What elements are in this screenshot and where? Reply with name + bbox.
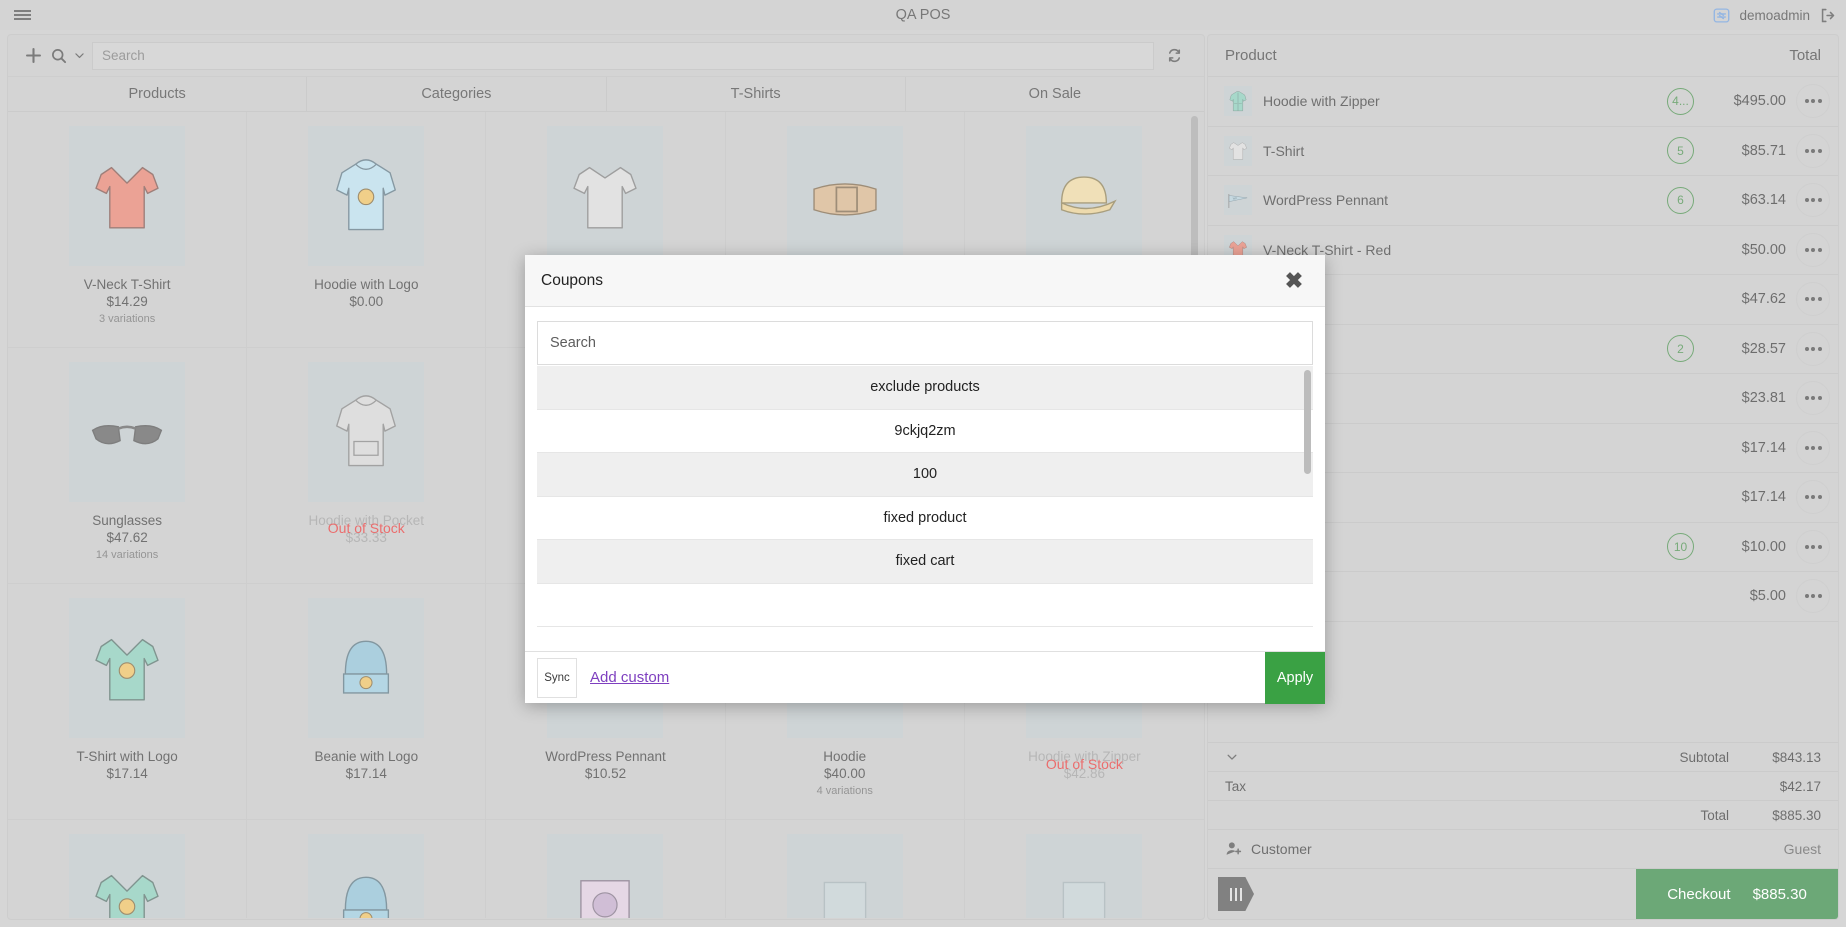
close-icon[interactable]: ✖: [1279, 266, 1309, 296]
coupon-list-scrollbar[interactable]: [1304, 370, 1311, 474]
coupon-search-input[interactable]: [537, 321, 1313, 365]
coupon-list-item[interactable]: fixed cart: [537, 540, 1313, 584]
coupon-list: exclude products 9ckjq2zm 100 fixed product…: [537, 366, 1313, 627]
add-custom-link[interactable]: Add custom: [590, 669, 669, 686]
modal-body: exclude products9ckjq2zm100fixed product…: [525, 307, 1325, 651]
coupon-list-item[interactable]: 100: [537, 453, 1313, 497]
coupon-list-item[interactable]: 9ckjq2zm: [537, 409, 1313, 453]
coupons-modal: Coupons ✖ exclude products9ckjq2zm100fix…: [525, 255, 1325, 704]
sync-button[interactable]: Sync: [537, 657, 577, 698]
coupon-list-item[interactable]: fixed product: [537, 496, 1313, 540]
coupon-list-item[interactable]: [537, 583, 1313, 627]
coupon-list-item[interactable]: exclude products: [537, 366, 1313, 410]
modal-footer: Sync Add custom Apply: [525, 651, 1325, 704]
apply-button[interactable]: Apply: [1265, 651, 1325, 704]
coupon-list-scroll: exclude products 9ckjq2zm 100 fixed product…: [537, 366, 1313, 651]
modal-title: Coupons: [541, 271, 604, 289]
modal-header: Coupons ✖: [525, 255, 1325, 307]
